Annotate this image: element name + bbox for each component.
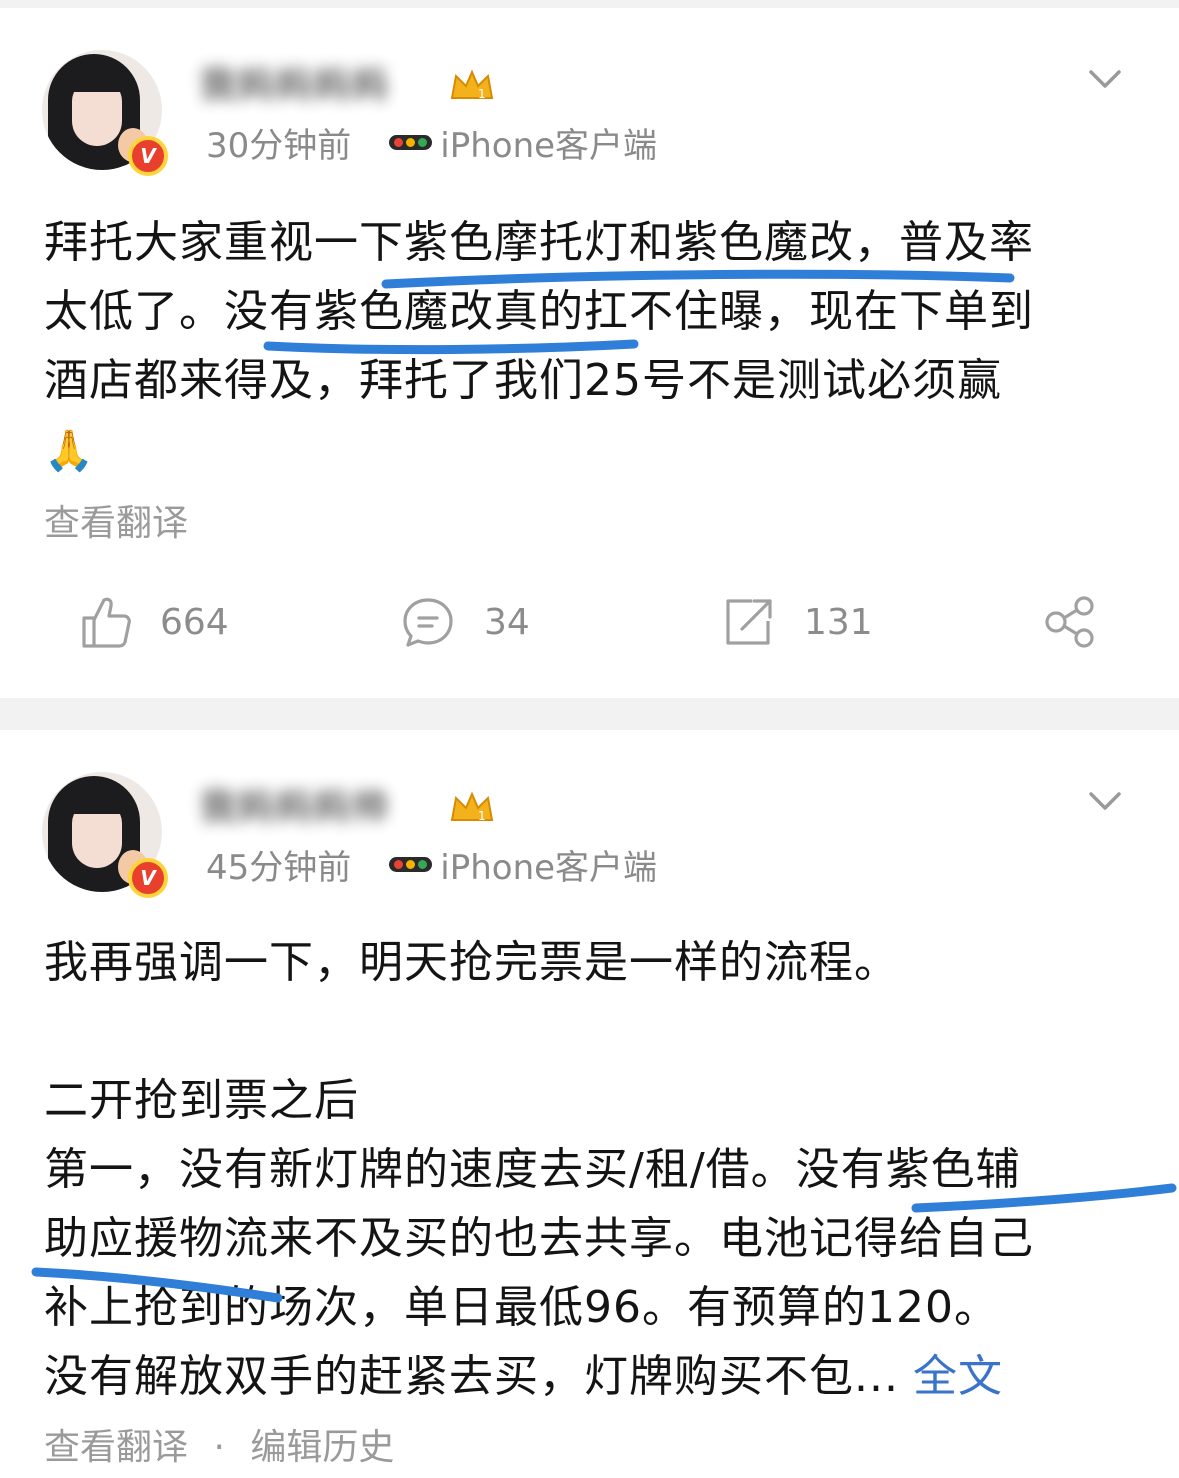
body-line: 二开抢到票之后 bbox=[44, 1075, 359, 1126]
action-bar: 664 34 131 bbox=[0, 592, 1179, 662]
body-line: 太低了。没有紫色魔改真的扛不住曝，现在下单到 bbox=[44, 286, 1034, 337]
top-divider bbox=[0, 0, 1179, 8]
chevron-down-icon[interactable] bbox=[1085, 786, 1125, 816]
body-line: 补上抢到的场次，单日最低96。有预算的120。 bbox=[44, 1282, 999, 1333]
share-button[interactable] bbox=[1042, 592, 1098, 652]
verified-icon: V bbox=[128, 136, 168, 176]
like-icon bbox=[82, 597, 131, 648]
post-footer: 查看翻译 · 编辑历史 bbox=[44, 1418, 394, 1470]
post-body: 我再强调一下，明天抢完票是一样的流程。 二开抢到票之后 第一，没有新灯牌的速度去… bbox=[44, 928, 1134, 1411]
chevron-down-icon[interactable] bbox=[1085, 64, 1125, 94]
edit-history-link[interactable]: 编辑历史 bbox=[250, 1427, 394, 1468]
post-time: 30分钟前 bbox=[206, 125, 352, 166]
post-client: iPhone客户端 bbox=[389, 840, 657, 889]
comment-count: 34 bbox=[484, 601, 530, 643]
body-line: 我再强调一下，明天抢完票是一样的流程。 bbox=[44, 937, 899, 988]
separator: · bbox=[213, 1427, 225, 1468]
verified-icon: V bbox=[128, 858, 168, 898]
crown-icon: 1 bbox=[450, 69, 494, 101]
post-card: V 我妈妈妈妈 1 30分钟前 iPhone客户端 拜托大家重视一下紫色摩托灯和… bbox=[0, 8, 1179, 698]
traffic-light-icon bbox=[389, 134, 433, 150]
crown-icon: 1 bbox=[450, 791, 494, 823]
post-meta: 45分钟前 iPhone客户端 bbox=[206, 840, 657, 889]
traffic-light-icon bbox=[389, 856, 433, 872]
share-icon bbox=[1045, 596, 1094, 648]
post-body: 拜托大家重视一下紫色摩托灯和紫色魔改，普及率 太低了。没有紫色魔改真的扛不住曝，… bbox=[44, 208, 1134, 486]
body-line: 第一，没有新灯牌的速度去买/租/借。没有紫色辅 bbox=[44, 1144, 1021, 1195]
svg-text:1: 1 bbox=[478, 809, 486, 823]
comment-icon bbox=[403, 598, 453, 647]
translate-link[interactable]: 查看翻译 bbox=[44, 494, 188, 546]
like-count: 664 bbox=[160, 601, 229, 643]
repost-button[interactable]: 131 bbox=[722, 592, 873, 652]
post-client: iPhone客户端 bbox=[389, 118, 657, 167]
comment-button[interactable]: 34 bbox=[400, 592, 530, 652]
body-line: 助应援物流来不及买的也去共享。电池记得给自己 bbox=[44, 1213, 1034, 1264]
client-label: iPhone客户端 bbox=[440, 125, 658, 166]
repost-icon bbox=[726, 599, 772, 645]
pray-emoji: 🙏 bbox=[44, 428, 95, 474]
body-line: 没有解放双手的赶紧去买，灯牌购买不包... 全文 bbox=[44, 1351, 1003, 1402]
like-button[interactable]: 664 bbox=[80, 592, 229, 652]
body-line: 拜托大家重视一下紫色摩托灯和紫色魔改，普及率 bbox=[44, 217, 1034, 268]
translate-link[interactable]: 查看翻译 bbox=[44, 1427, 188, 1468]
username[interactable]: 我妈妈妈帅 bbox=[200, 778, 390, 828]
body-line: 酒店都来得及，拜托了我们25号不是测试必须赢 bbox=[44, 355, 1002, 406]
post-time: 45分钟前 bbox=[206, 847, 352, 888]
full-text-link[interactable]: 全文 bbox=[913, 1351, 1003, 1402]
repost-count: 131 bbox=[804, 601, 873, 643]
post-card: V 我妈妈妈帅 1 45分钟前 iPhone客户端 我再强调一下，明天抢完票是一… bbox=[0, 730, 1179, 1478]
post-meta: 30分钟前 iPhone客户端 bbox=[206, 118, 657, 167]
post-divider bbox=[0, 698, 1179, 730]
username[interactable]: 我妈妈妈妈 bbox=[200, 56, 390, 106]
svg-text:1: 1 bbox=[478, 87, 486, 101]
client-label: iPhone客户端 bbox=[440, 847, 658, 888]
